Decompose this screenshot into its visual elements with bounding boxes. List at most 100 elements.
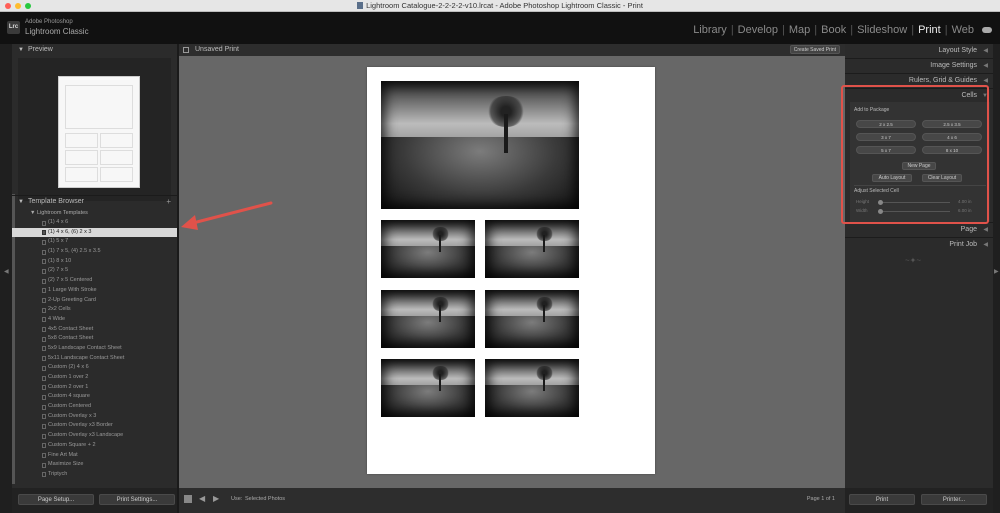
printer-button[interactable]: Printer...: [921, 494, 987, 505]
template-icon: [42, 472, 46, 478]
template-item[interactable]: Custom Overlay x3 Border: [12, 421, 177, 431]
template-item[interactable]: Custom Centered: [12, 402, 177, 412]
module-slideshow[interactable]: Slideshow: [853, 24, 911, 36]
photo-cell-small[interactable]: [485, 359, 579, 417]
preview-cell: [65, 150, 98, 165]
left-edge-strip[interactable]: ◀: [0, 44, 12, 513]
use-selected-photos[interactable]: Selected Photos: [245, 496, 285, 502]
template-item[interactable]: (2) 7 x 5: [12, 266, 177, 276]
preview-box: [18, 58, 171, 201]
print-canvas: Unsaved Print Create Saved Print ◀ ▶ Use…: [179, 44, 845, 513]
template-item[interactable]: Custom Square + 2: [12, 441, 177, 451]
add-template-icon[interactable]: +: [166, 196, 171, 207]
page-setup-button[interactable]: Page Setup...: [18, 494, 94, 505]
template-item[interactable]: Fine Art Mat: [12, 451, 177, 461]
template-item-selected[interactable]: (1) 4 x 6, (6) 2 x 3: [12, 227, 177, 238]
photo-cell-large[interactable]: [381, 81, 579, 209]
template-item[interactable]: (2) 7 x 5 Centered: [12, 276, 177, 286]
cloud-sync-icon[interactable]: [982, 27, 992, 33]
template-item[interactable]: Custom Overlay x3 Landscape: [12, 431, 177, 441]
template-item[interactable]: 5x9 Landscape Contact Sheet: [12, 344, 177, 354]
template-icon: [42, 278, 46, 284]
previous-page-icon[interactable]: ◀: [199, 494, 205, 503]
template-browser-header[interactable]: ▼ Template Browser +: [12, 195, 177, 206]
print-icon: [183, 47, 189, 53]
photo-cell-small[interactable]: [485, 290, 579, 348]
preview-cell: [100, 167, 133, 182]
template-item[interactable]: Custom 1 over 2: [12, 373, 177, 383]
next-page-icon[interactable]: ▶: [213, 494, 219, 503]
template-item[interactable]: Custom (2) 4 x 6: [12, 363, 177, 373]
template-item[interactable]: Custom Overlay x 3: [12, 412, 177, 422]
template-icon: [42, 414, 46, 420]
template-icon: [42, 433, 46, 439]
template-item[interactable]: Custom 4 square: [12, 392, 177, 402]
right-bottom-bar: Print Printer...: [845, 488, 993, 513]
template-folder-lightroom[interactable]: ▼ Lightroom Templates: [12, 208, 177, 218]
module-develop[interactable]: Develop: [734, 24, 782, 36]
collapse-triangle-icon: ◀: [983, 227, 988, 233]
preview-cell: [100, 150, 133, 165]
template-item[interactable]: 4x5 Contact Sheet: [12, 325, 177, 335]
photo-cell-small[interactable]: [485, 220, 579, 278]
template-icon: [42, 365, 46, 371]
right-edge-strip[interactable]: ▶: [993, 44, 1000, 513]
template-item[interactable]: 1 Large With Stroke: [12, 286, 177, 296]
page-header[interactable]: Page ◀: [845, 223, 993, 237]
template-item[interactable]: 5x8 Contact Sheet: [12, 334, 177, 344]
panel-end-ornament-icon: ~✦~: [905, 256, 922, 265]
center-toolbar: ◀ ▶ Use: Selected Photos Page 1 of 1: [179, 488, 845, 513]
print-button[interactable]: Print: [849, 494, 915, 505]
left-panel: ▼ Preview ▼ Template Browser + ▼ Lightroom…: [12, 44, 177, 513]
use-label: Use:: [231, 496, 243, 502]
preview-cell: [65, 85, 133, 129]
module-print[interactable]: Print: [914, 24, 945, 36]
photo-cell-small[interactable]: [381, 220, 475, 278]
template-item[interactable]: (1) 4 x 6: [12, 218, 177, 228]
photo-cell-small[interactable]: [381, 290, 475, 348]
template-item[interactable]: (1) 5 x 7: [12, 237, 177, 247]
identity-bar: Lrc Adobe Photoshop Lightroom Classic Li…: [0, 12, 1000, 44]
center-header: Unsaved Print Create Saved Print: [179, 44, 845, 56]
template-item[interactable]: 5x11 Landscape Contact Sheet: [12, 354, 177, 364]
photo-cell-small[interactable]: [381, 359, 475, 417]
template-item[interactable]: Triptych: [12, 470, 177, 480]
preview-cell: [65, 133, 98, 148]
template-icon: [42, 385, 46, 391]
layout-style-header[interactable]: Layout Style ◀: [845, 44, 993, 58]
collapse-left-arrow-icon[interactable]: ◀: [4, 268, 9, 275]
template-item[interactable]: (1) 7 x 5, (4) 2.5 x 3.5: [12, 247, 177, 257]
print-settings-button[interactable]: Print Settings...: [99, 494, 175, 505]
template-item[interactable]: (1) 8 x 10: [12, 257, 177, 267]
template-icon: [42, 336, 46, 342]
create-saved-print-button[interactable]: Create Saved Print: [789, 45, 840, 54]
template-list: ▼ Lightroom Templates (1) 4 x 6 (1) 4 x …: [12, 208, 177, 486]
template-item[interactable]: 4 Wide: [12, 315, 177, 325]
stop-icon[interactable]: [184, 495, 192, 503]
template-icon: [42, 268, 46, 274]
template-icon: [42, 404, 46, 410]
image-settings-header[interactable]: Image Settings ◀: [845, 59, 993, 73]
template-icon: [42, 259, 46, 265]
template-icon: [42, 249, 46, 255]
identity-line2: Lightroom Classic: [25, 27, 89, 36]
preview-header[interactable]: ▼ Preview: [12, 44, 177, 55]
print-job-header[interactable]: Print Job ◀: [845, 238, 993, 252]
template-item[interactable]: Custom 2 over 1: [12, 383, 177, 393]
collapse-triangle-icon: ◀: [983, 63, 988, 69]
module-library[interactable]: Library: [689, 24, 731, 36]
disclosure-triangle-icon: ▼: [18, 47, 24, 53]
template-item[interactable]: 2x2 Cells: [12, 305, 177, 315]
module-map[interactable]: Map: [785, 24, 814, 36]
page-indicator: Page 1 of 1: [806, 496, 835, 502]
annotation-arrow-icon: [181, 201, 273, 230]
template-icon: [42, 239, 46, 245]
template-icon: [42, 288, 46, 294]
module-web[interactable]: Web: [948, 24, 978, 36]
template-item[interactable]: Maximize Size: [12, 460, 177, 470]
template-icon: [42, 307, 46, 313]
module-book[interactable]: Book: [817, 24, 850, 36]
print-title: Unsaved Print: [195, 46, 239, 53]
template-item[interactable]: 2-Up Greeting Card: [12, 296, 177, 306]
collapse-right-arrow-icon[interactable]: ▶: [994, 268, 999, 275]
